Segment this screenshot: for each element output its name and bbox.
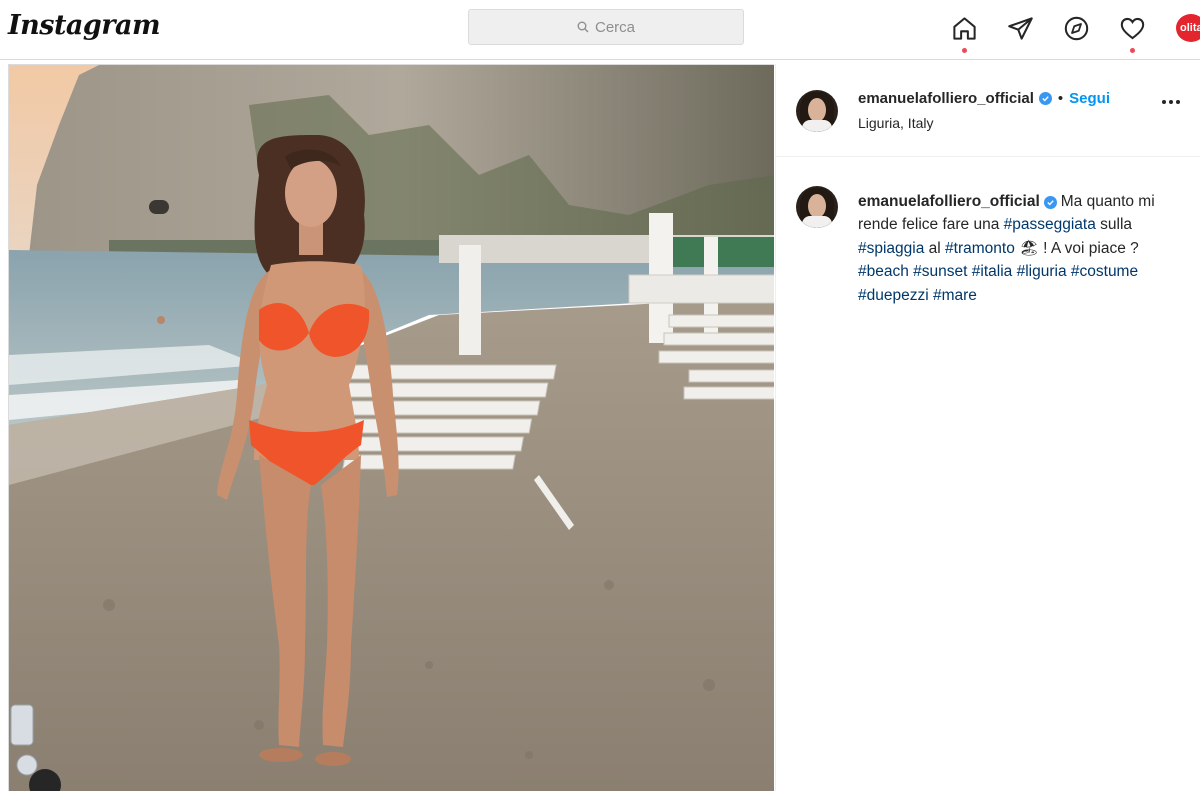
hashtag-link[interactable]: #duepezzi xyxy=(858,287,929,304)
hashtag-link[interactable]: #tramonto xyxy=(945,240,1015,257)
profile-avatar-label: olita xyxy=(1180,22,1200,34)
post-photo[interactable] xyxy=(8,64,774,791)
explore-compass-icon[interactable] xyxy=(1060,12,1092,44)
verified-badge-icon xyxy=(1043,196,1057,209)
caption-body-3: al xyxy=(924,239,946,257)
author-username[interactable]: emanuelafolliero_official xyxy=(858,90,1034,107)
verified-badge-icon xyxy=(1038,92,1052,105)
activity-notification-dot xyxy=(1130,48,1135,53)
hashtag-link[interactable]: #italia xyxy=(972,263,1013,280)
separator-dot: • xyxy=(1057,90,1064,107)
search-input[interactable]: Cerca xyxy=(468,9,744,45)
hashtag-link[interactable]: #sunset xyxy=(913,263,967,280)
profile-avatar[interactable]: olita xyxy=(1176,14,1200,42)
search-placeholder: Cerca xyxy=(594,18,635,36)
direct-send-icon[interactable] xyxy=(1004,12,1036,44)
more-options-icon[interactable] xyxy=(1162,100,1180,104)
post-header: emanuelafolliero_official • Segui Liguri… xyxy=(776,64,1200,157)
activity-heart-icon[interactable] xyxy=(1116,12,1148,53)
follow-button[interactable]: Segui xyxy=(1069,90,1110,107)
post-location[interactable]: Liguria, Italy xyxy=(858,115,933,131)
hashtag-link[interactable]: #mare xyxy=(933,287,977,304)
author-avatar[interactable] xyxy=(796,90,838,132)
search-icon xyxy=(577,21,589,33)
top-navigation-bar: Instagram Cerca olita xyxy=(0,0,1200,60)
caption-body-2: sulla xyxy=(1095,216,1133,234)
caption-author-avatar[interactable] xyxy=(796,186,838,228)
hashtag-link[interactable]: #costume xyxy=(1071,263,1138,280)
hashtag-link[interactable]: #spiaggia xyxy=(858,240,924,257)
home-notification-dot xyxy=(962,48,967,53)
hashtag-link[interactable]: #passeggiata xyxy=(1004,216,1096,233)
post-details-panel: emanuelafolliero_official • Segui Liguri… xyxy=(775,64,1200,791)
caption-username[interactable]: emanuelafolliero_official xyxy=(858,193,1040,210)
home-icon[interactable] xyxy=(948,12,980,53)
hashtag-link[interactable]: #liguria xyxy=(1017,263,1067,280)
caption-body-4: 🏖 ! A voi piace ? xyxy=(1014,239,1139,257)
beach-photo-illustration xyxy=(9,65,774,791)
caption-text: emanuelafolliero_official Ma quanto mi re… xyxy=(858,190,1180,307)
instagram-logo[interactable]: Instagram xyxy=(8,10,161,41)
author-line: emanuelafolliero_official • Segui xyxy=(858,90,1110,107)
hashtag-link[interactable]: #beach xyxy=(858,263,909,280)
